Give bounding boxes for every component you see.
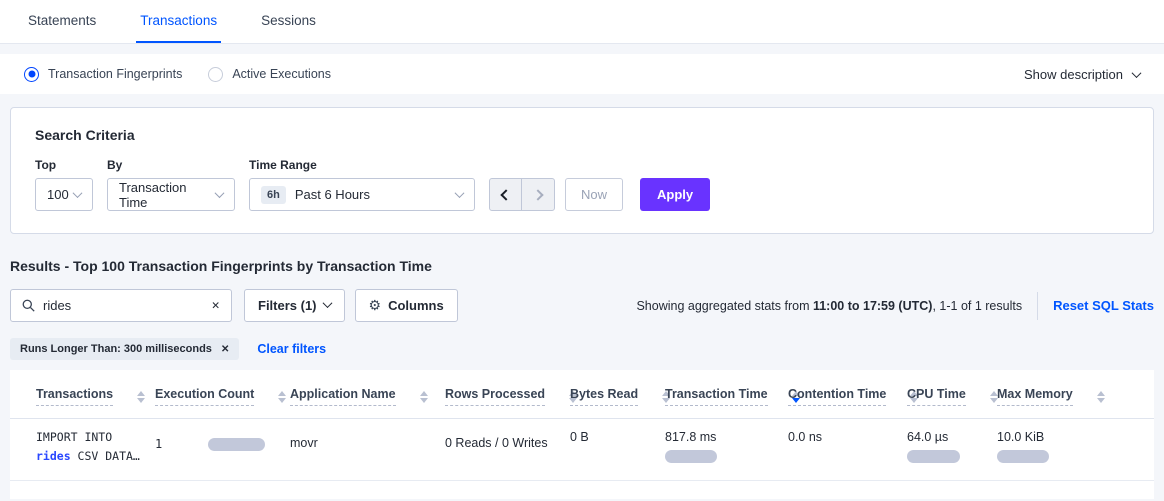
chevron-down-icon (1132, 68, 1142, 78)
chevron-down-icon (322, 298, 332, 308)
sort-icon[interactable] (1097, 391, 1105, 403)
reset-sql-stats-link[interactable]: Reset SQL Stats (1053, 298, 1154, 313)
column-header-execution-count[interactable]: Execution Count (155, 370, 290, 419)
clear-search-icon[interactable]: ✕ (211, 300, 220, 312)
chevron-left-icon (500, 189, 511, 200)
view-toggle-row: Transaction Fingerprints Active Executio… (0, 54, 1164, 94)
show-description-toggle[interactable]: Show description (1024, 67, 1140, 82)
column-header-transactions[interactable]: Transactions (10, 370, 155, 419)
top-label: Top (35, 158, 93, 172)
column-header-rows-processed[interactable]: Rows Processed (445, 370, 570, 419)
transaction-fingerprint-cell[interactable]: IMPORT INTO rides CSV DATA… (10, 419, 155, 481)
aggregated-stats-text: Showing aggregated stats from 11:00 to 1… (636, 292, 1154, 320)
time-range-select[interactable]: 6h Past 6 Hours (249, 178, 475, 211)
results-heading: Results - Top 100 Transaction Fingerprin… (10, 258, 1154, 274)
column-header-contention-time[interactable]: Contention Time (788, 370, 907, 419)
transaction-time-cell: 817.8 ms (665, 419, 788, 481)
execution-count-bar (208, 438, 265, 451)
column-header-bytes-read[interactable]: Bytes Read (570, 370, 665, 419)
sort-icon[interactable] (137, 391, 145, 403)
radio-selected-icon[interactable] (24, 67, 39, 82)
max-memory-bar (997, 450, 1049, 463)
sort-icon[interactable] (420, 391, 428, 403)
filters-button[interactable]: Filters (1) (244, 289, 345, 322)
search-input[interactable]: rides ✕ (10, 289, 232, 322)
table-header-row: Transactions Execution Count Application… (10, 370, 1154, 419)
chevron-right-icon (532, 189, 543, 200)
execution-count-cell: 1 (155, 419, 290, 481)
results-table: Transactions Execution Count Application… (10, 370, 1154, 499)
applied-filters-row: Runs Longer Than: 300 milliseconds ✕ Cle… (10, 338, 1154, 360)
cpu-time-bar (907, 450, 960, 463)
apply-button[interactable]: Apply (640, 178, 710, 211)
divider (1037, 292, 1038, 320)
max-memory-cell: 10.0 KiB (997, 419, 1154, 481)
rows-processed-cell: 0 Reads / 0 Writes (445, 419, 570, 481)
top-select[interactable]: 100 (35, 178, 93, 211)
table-row: IMPORT INTO rides CSV DATA… 1 movr 0 Rea… (10, 419, 1154, 481)
search-criteria-title: Search Criteria (35, 127, 1129, 143)
contention-time-cell: 0.0 ns (788, 419, 907, 481)
chevron-down-icon (215, 188, 225, 198)
column-header-max-memory[interactable]: Max Memory (997, 370, 1154, 419)
clear-filters-link[interactable]: Clear filters (257, 342, 326, 356)
tab-transactions[interactable]: Transactions (136, 0, 221, 43)
column-header-transaction-time[interactable]: Transaction Time (665, 370, 788, 419)
remove-filter-icon[interactable]: ✕ (221, 344, 229, 355)
transaction-link[interactable]: rides (36, 449, 71, 463)
time-range-label: Time Range (249, 158, 475, 172)
search-icon (22, 299, 35, 312)
application-name-cell: movr (290, 419, 445, 481)
column-header-cpu-time[interactable]: CPU Time (907, 370, 997, 419)
tab-sessions[interactable]: Sessions (257, 0, 320, 43)
column-header-application-name[interactable]: Application Name (290, 370, 445, 419)
by-label: By (107, 158, 235, 172)
next-range-button[interactable] (522, 179, 554, 210)
transaction-time-bar (665, 450, 717, 463)
now-button[interactable]: Now (565, 178, 623, 211)
radio-transaction-fingerprints[interactable]: Transaction Fingerprints (24, 67, 182, 82)
chevron-down-icon (455, 188, 465, 198)
search-input-value: rides (43, 298, 71, 313)
gear-icon: ⚙ (369, 297, 382, 314)
filter-chip-runs-longer-than: Runs Longer Than: 300 milliseconds ✕ (10, 338, 239, 360)
radio-active-executions[interactable]: Active Executions (208, 67, 331, 82)
bytes-read-cell: 0 B (570, 419, 665, 481)
time-range-badge: 6h (261, 186, 286, 204)
search-criteria-card: Search Criteria Top 100 By Transaction T… (10, 107, 1154, 234)
columns-button[interactable]: ⚙ Columns (355, 289, 458, 322)
sort-icon[interactable] (278, 391, 286, 403)
tab-statements[interactable]: Statements (24, 0, 100, 43)
by-select[interactable]: Transaction Time (107, 178, 235, 211)
cpu-time-cell: 64.0 µs (907, 419, 997, 481)
chevron-down-icon (73, 188, 83, 198)
results-controls: rides ✕ Filters (1) ⚙ Columns Showing ag… (10, 289, 1154, 322)
radio-unselected-icon[interactable] (208, 67, 223, 82)
previous-range-button[interactable] (490, 179, 522, 210)
page-tabs: Statements Transactions Sessions (0, 0, 1164, 44)
time-range-pager (489, 178, 555, 211)
